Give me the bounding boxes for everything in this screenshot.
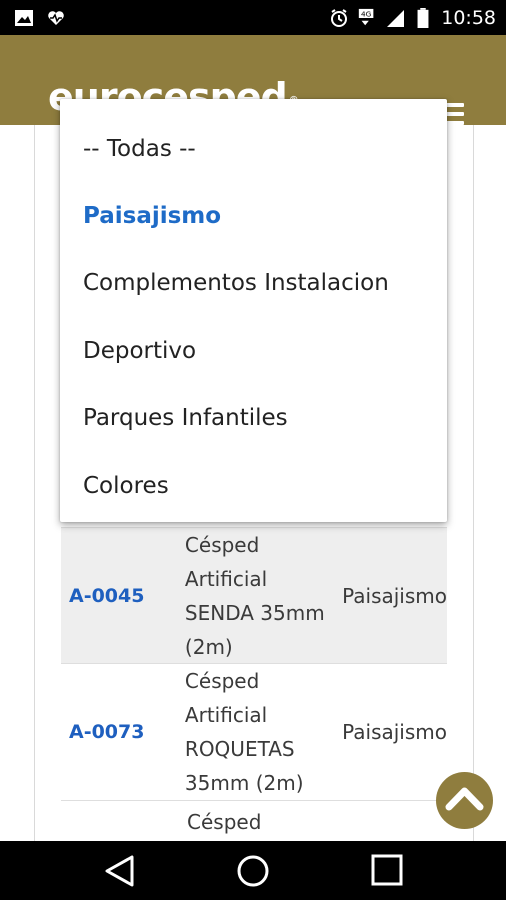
scroll-top-button[interactable] bbox=[436, 772, 493, 829]
product-category: Paisajismo bbox=[342, 720, 447, 744]
product-code-link[interactable]: A-0045 bbox=[61, 585, 185, 607]
product-category: Paisajismo bbox=[342, 583, 447, 608]
product-name: Césped Artificial ROQUETAS 35mm (2m) bbox=[184, 669, 304, 795]
alarm-icon bbox=[331, 8, 348, 27]
table-row[interactable]: A-0045 Césped Artificial SENDA 35mm (2m)… bbox=[61, 527, 447, 663]
dropdown-option-complementos[interactable]: Complementos Instalacion bbox=[83, 270, 389, 296]
category-dropdown: -- Todas -- Paisajismo Complementos Inst… bbox=[60, 99, 447, 522]
image-icon bbox=[15, 9, 33, 26]
signal-bars-icon bbox=[387, 9, 405, 27]
product-code-link[interactable]: A-0073 bbox=[61, 721, 185, 743]
dropdown-option-colores[interactable]: Colores bbox=[83, 473, 169, 499]
dropdown-option-deportivo[interactable]: Deportivo bbox=[83, 338, 196, 364]
4g-signal-icon: 4G bbox=[359, 8, 374, 25]
battery-icon bbox=[417, 7, 429, 28]
chevron-up-icon bbox=[445, 787, 484, 811]
home-icon[interactable] bbox=[236, 854, 270, 888]
products-table: A-0045 Césped Artificial SENDA 35mm (2m)… bbox=[61, 527, 447, 861]
status-bar: 4G 10:58 bbox=[0, 0, 506, 35]
system-nav-bar bbox=[0, 841, 506, 900]
dropdown-option-parques-infantiles[interactable]: Parques Infantiles bbox=[83, 405, 288, 431]
dropdown-option-todas[interactable]: -- Todas -- bbox=[83, 136, 196, 162]
clock: 10:58 bbox=[441, 6, 496, 29]
product-name: Césped Artificial SENDA 35mm (2m) bbox=[184, 532, 325, 659]
svg-text:4G: 4G bbox=[361, 9, 372, 18]
heart-icon bbox=[48, 10, 64, 25]
back-icon[interactable] bbox=[104, 854, 136, 888]
dropdown-option-paisajismo[interactable]: Paisajismo bbox=[83, 203, 221, 229]
recents-icon[interactable] bbox=[371, 854, 403, 886]
table-row[interactable]: A-0073 Césped Artificial ROQUETAS 35mm (… bbox=[61, 663, 447, 800]
